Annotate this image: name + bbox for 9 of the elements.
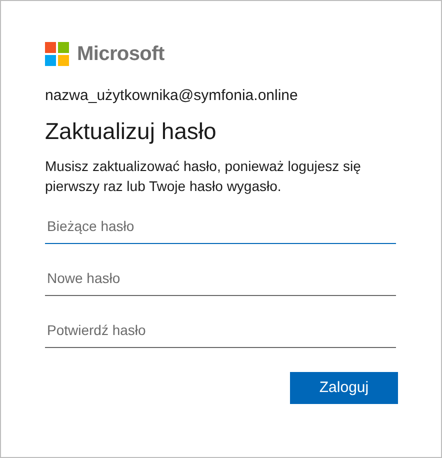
logo-wordmark: Microsoft bbox=[77, 42, 164, 66]
account-email: nazwa_użytkownika@symfonia.online bbox=[45, 86, 299, 106]
info-text: Musisz zaktualizować hasło, ponieważ logujesz się pierwszy raz lub Twoje hasło wygasło. bbox=[45, 157, 362, 196]
logo-icon bbox=[45, 42, 69, 66]
password-field[interactable]: Nowe hasło bbox=[45, 260, 396, 296]
password-field[interactable]: Bieżące hasło bbox=[45, 208, 396, 244]
page-title: Zaktualizuj hasło bbox=[45, 117, 218, 146]
sign-in-button[interactable]: Zaloguj bbox=[290, 372, 398, 404]
password-field[interactable]: Potwierdź hasło bbox=[45, 312, 396, 348]
